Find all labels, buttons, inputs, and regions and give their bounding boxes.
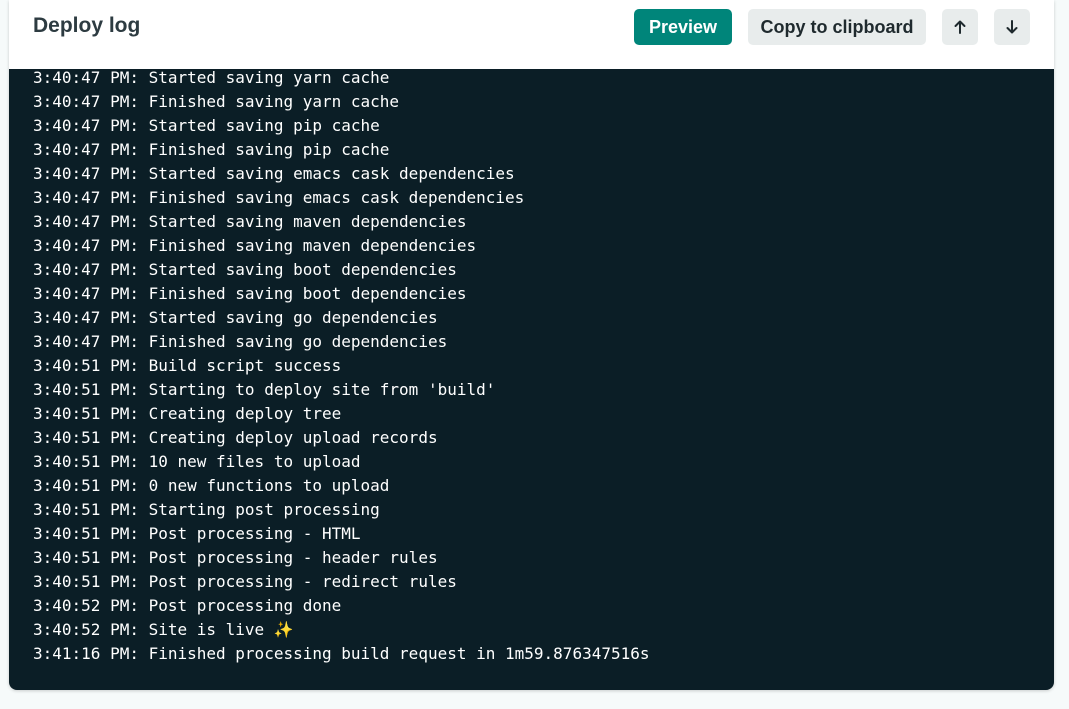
log-line: 3:40:51 PM: Post processing - header rul… — [33, 548, 438, 567]
log-line: 3:40:51 PM: Creating deploy upload recor… — [33, 428, 438, 447]
log-line: 3:40:47 PM: Finished saving boot depende… — [33, 284, 467, 303]
log-line: 3:40:51 PM: 10 new files to upload — [33, 452, 361, 471]
log-line: 3:40:47 PM: Finished saving emacs cask d… — [33, 188, 525, 207]
log-line: 3:40:51 PM: Post processing - redirect r… — [33, 572, 457, 591]
log-line: 3:40:47 PM: Started saving maven depende… — [33, 212, 467, 231]
scroll-to-bottom-button[interactable] — [994, 9, 1030, 45]
log-line: 3:40:47 PM: Finished saving go dependenc… — [33, 332, 448, 351]
page-title: Deploy log — [33, 14, 141, 37]
log-line: 3:40:47 PM: Started saving boot dependen… — [33, 260, 457, 279]
log-line: 3:40:47 PM: Started saving go dependenci… — [33, 308, 438, 327]
log-line: 3:40:51 PM: Starting to deploy site from… — [33, 380, 496, 399]
log-line: 3:40:47 PM: Finished saving maven depend… — [33, 236, 477, 255]
log-line: 3:40:51 PM: 0 new functions to upload — [33, 476, 390, 495]
arrow-down-icon — [1006, 20, 1018, 34]
log-line: 3:40:52 PM: Post processing done — [33, 596, 342, 615]
log-line: 3:40:51 PM: Post processing - HTML — [33, 524, 361, 543]
log-line: 3:40:51 PM: Starting post processing — [33, 500, 380, 519]
arrow-up-icon — [954, 20, 966, 34]
log-line: 3:40:47 PM: Started saving yarn cache — [33, 68, 390, 87]
deploy-log-panel: Deploy log Preview Copy to clipboard 3:4… — [9, 0, 1054, 690]
log-line: 3:40:52 PM: Site is live ✨ — [33, 620, 294, 639]
log-line: 3:40:51 PM: Build script success — [33, 356, 342, 375]
log-line: 3:40:47 PM: Started saving emacs cask de… — [33, 164, 515, 183]
log-output: 3:40:47 PM: Started saving yarn cache 3:4… — [33, 66, 650, 666]
log-line: 3:40:47 PM: Finished saving yarn cache — [33, 92, 400, 111]
log-line: 3:40:47 PM: Finished saving pip cache — [33, 140, 390, 159]
deploy-log-header: Deploy log Preview Copy to clipboard — [9, 0, 1054, 69]
preview-button[interactable]: Preview — [634, 9, 732, 45]
log-line: 3:41:16 PM: Finished processing build re… — [33, 644, 650, 663]
log-line: 3:40:47 PM: Started saving pip cache — [33, 116, 380, 135]
copy-to-clipboard-button[interactable]: Copy to clipboard — [748, 9, 926, 45]
scroll-to-top-button[interactable] — [942, 9, 978, 45]
log-line: 3:40:51 PM: Creating deploy tree — [33, 404, 342, 423]
